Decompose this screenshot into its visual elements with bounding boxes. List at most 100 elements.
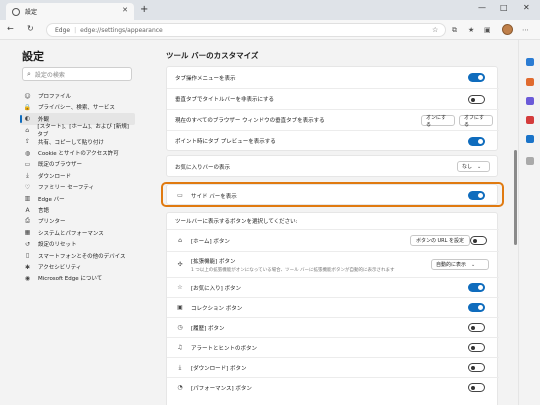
row-label: タブ操作メニューを表示 xyxy=(175,75,236,82)
row-label: コレクション ボタン xyxy=(191,305,243,312)
sidebar-item[interactable]: ☺ プロファイル xyxy=(20,90,135,102)
new-tab-icon[interactable]: + xyxy=(140,4,148,15)
sidebar-item[interactable]: ▯ スマートフォンとその他のデバイス xyxy=(20,250,135,262)
chevron-down-icon: ⌄ xyxy=(477,163,482,170)
bell-icon: ♫ xyxy=(177,344,183,351)
performance-button-toggle[interactable] xyxy=(468,383,485,392)
tab-preview-toggle[interactable] xyxy=(468,137,485,146)
favorite-star-icon[interactable]: ☆ xyxy=(432,26,438,34)
collections-icon[interactable]: ▣ xyxy=(484,26,491,34)
turn-on-button[interactable]: オンにする xyxy=(421,115,455,128)
address-bar[interactable]: Edge | edge://settings/appearance xyxy=(46,23,446,37)
settings-gear-icon xyxy=(12,7,20,16)
tools-icon[interactable] xyxy=(526,97,534,105)
sidebar-item[interactable]: ⎙ プリンター xyxy=(20,215,135,227)
page-title: ツール バーのカスタマイズ xyxy=(166,51,259,60)
sidebar-item-label: プリンター xyxy=(38,219,66,226)
scrollbar-thumb[interactable] xyxy=(514,150,517,245)
section-label: ツールバーに表示するボタンを選択してください: xyxy=(175,219,298,225)
history-button-row: ◷ [履歴] ボタン xyxy=(167,317,499,337)
system-icon: ▦ xyxy=(24,229,31,237)
sidebar-item[interactable]: ▭ 既定のブラウザー xyxy=(20,158,135,170)
split-screen-icon[interactable]: ⧉ xyxy=(452,26,457,35)
collections-icon: ▣ xyxy=(177,304,183,311)
sidebar-item-label: Cookie とサイトのアクセス許可 xyxy=(38,151,119,157)
window-close-icon[interactable]: ✕ xyxy=(523,3,530,12)
lock-icon: 🔒 xyxy=(23,103,32,111)
sidebar-item[interactable]: ✱ アクセシビリティ xyxy=(20,261,135,273)
sidebar-item[interactable]: ♡ ファミリー セーフティ xyxy=(20,181,135,193)
home-icon: ⌂ xyxy=(25,126,30,134)
hide-titlebar-toggle[interactable] xyxy=(468,95,485,104)
row-label: [パフォーマンス] ボタン xyxy=(191,385,252,392)
sidebar-item-label: システムとパフォーマンス xyxy=(38,230,104,237)
tab-title: 設定 xyxy=(25,9,38,16)
settings-main: ツール バーのカスタマイズ タブ操作メニューを表示 垂直タブでタイトルバーを非表… xyxy=(142,40,518,405)
row-label: ポイント時にタブ プレビューを表示する xyxy=(175,139,276,145)
collections-button-row: ▣ コレクション ボタン xyxy=(167,297,499,317)
minimize-icon[interactable]: — xyxy=(478,3,486,12)
set-button-url-button[interactable]: ボタンの URL を設定 xyxy=(410,235,470,246)
extensions-button-row: ✣ [拡張機能] ボタン 1 つ以上の拡張機能がオンになっている場合、ツール バ… xyxy=(167,251,499,277)
sidebar-item[interactable]: ⌂ [スタート]、[ホーム]、および [新規] タブ xyxy=(20,124,135,138)
profile-icon: ☺ xyxy=(24,92,31,100)
row-label: [お気に入り] ボタン xyxy=(191,285,242,292)
search-icon[interactable] xyxy=(526,58,534,66)
sidebar-item-label: アクセシビリティ xyxy=(38,265,82,271)
download-icon: ⤓ xyxy=(26,171,29,179)
alerts-button-row: ♫ アラートとヒントのボタン xyxy=(167,337,499,357)
history-button-toggle[interactable] xyxy=(468,323,485,332)
favorites-bar-card: お気に入りバーの表示 なし ⌄ xyxy=(166,155,498,177)
sidebar-item[interactable]: ↺ 設定のリセット xyxy=(20,238,135,250)
sidebar-item[interactable]: 🔒 プライバシー、検索、サービス xyxy=(20,101,135,113)
close-tab-icon[interactable]: ✕ xyxy=(122,6,128,14)
phone-icon: ▯ xyxy=(25,252,30,260)
outlook-icon[interactable] xyxy=(526,135,534,143)
printer-icon: ⎙ xyxy=(25,217,30,225)
maximize-icon[interactable]: □ xyxy=(500,3,508,12)
sidebar-item[interactable]: ◉ Microsoft Edge について xyxy=(20,272,135,284)
sidebar-item[interactable]: ⤓ ダウンロード xyxy=(20,170,135,182)
settings-search-input[interactable]: ⌕ 設定の検索 xyxy=(22,67,132,81)
sidebar-item[interactable]: ◍ Cookie とサイトのアクセス許可 xyxy=(20,147,135,159)
settings-title: 設定 xyxy=(22,50,44,63)
tab-actions-row: タブ操作メニューを表示 xyxy=(167,67,499,88)
profile-avatar[interactable] xyxy=(502,24,513,35)
sidebar-item-label: プロファイル xyxy=(38,94,72,100)
buttons-section-header: ツールバーに表示するボタンを選択してください: xyxy=(167,213,499,229)
row-label: [履歴] ボタン xyxy=(191,325,225,332)
refresh-icon[interactable]: ↻ xyxy=(27,24,34,33)
performance-icon: ◔ xyxy=(177,384,183,391)
home-icon: ⌂ xyxy=(178,237,182,244)
sidebar-item[interactable]: ⇪ 共有、コピーして貼り付け xyxy=(20,136,135,148)
back-icon[interactable]: ← xyxy=(7,24,14,33)
alerts-button-toggle[interactable] xyxy=(468,343,485,352)
edge-sidebar xyxy=(518,40,540,405)
collections-button-toggle[interactable] xyxy=(468,303,485,312)
tab-actions-toggle[interactable] xyxy=(468,73,485,82)
browser-tab[interactable]: 設定 ✕ xyxy=(6,3,134,20)
favorites-button-toggle[interactable] xyxy=(468,283,485,292)
office-icon[interactable] xyxy=(526,116,534,124)
more-menu-icon[interactable]: ⋯ xyxy=(522,26,529,34)
tab-preview-row: ポイント時にタブ プレビューを表示する xyxy=(167,130,499,151)
download-button-toggle[interactable] xyxy=(468,363,485,372)
favorites-icon[interactable]: ★ xyxy=(468,26,474,34)
search-placeholder: 設定の検索 xyxy=(34,71,65,79)
add-sidebar-icon[interactable] xyxy=(526,157,534,165)
home-button-toggle[interactable] xyxy=(470,236,487,245)
row-sublabel: 1 つ以上の拡張機能がオンになっている場合、ツール バーに拡張機能ボタンが自動的… xyxy=(191,268,395,273)
sidebar-item[interactable]: A 言語 xyxy=(20,204,135,216)
sidebar-item[interactable]: ▥ Edge バー xyxy=(20,193,135,205)
shopping-icon[interactable] xyxy=(526,78,534,86)
row-label: [拡張機能] ボタン xyxy=(191,258,236,265)
turn-off-button[interactable]: オフにする xyxy=(459,115,493,128)
address-toolbar: ← ↻ Edge | edge://settings/appearance ☆ … xyxy=(0,20,540,40)
extensions-button-select[interactable]: 自動的に表示 ⌄ xyxy=(431,259,489,270)
site-label: Edge xyxy=(55,26,71,34)
sidebar-item[interactable]: ▦ システムとパフォーマンス xyxy=(20,227,135,239)
settings-nav: 設定 ⌕ 設定の検索 ☺ プロファイル 🔒 プライバシー、検索、サービス ◐ 外観 ⌂ [スタ… xyxy=(0,40,142,405)
select-value: なし xyxy=(462,164,473,170)
sidebar-item-label: 共有、コピーして貼り付け xyxy=(38,139,104,146)
favorites-bar-select[interactable]: なし ⌄ xyxy=(457,161,490,172)
